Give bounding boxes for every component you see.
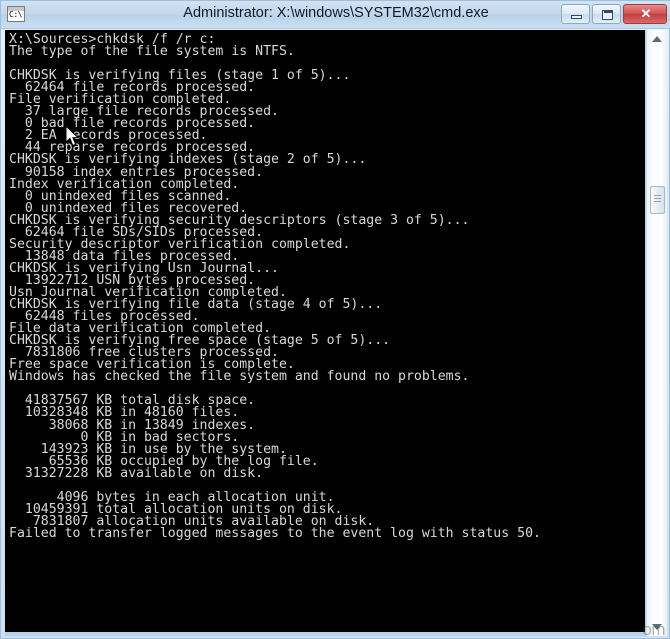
close-icon: ✕	[640, 6, 652, 21]
screenshot-root: C:\. Administrator: X:\windows\SYSTEM32\…	[0, 0, 670, 639]
window-titlebar[interactable]: C:\. Administrator: X:\windows\SYSTEM32\…	[1, 1, 670, 29]
cmd-window: C:\. Administrator: X:\windows\SYSTEM32\…	[0, 0, 670, 639]
console-output-area[interactable]: X:\Sources>chkdsk /f /r c: The type of t…	[5, 30, 645, 632]
scroll-up-arrow-icon[interactable]	[647, 30, 667, 48]
thumb-grip-icon	[654, 195, 661, 203]
minimize-button[interactable]	[561, 4, 590, 24]
window-client-area: X:\Sources>chkdsk /f /r c: The type of t…	[5, 30, 667, 636]
minimize-icon	[571, 15, 582, 19]
maximize-button[interactable]	[592, 4, 621, 24]
scrollbar-thumb[interactable]	[650, 186, 665, 214]
console-text: X:\Sources>chkdsk /f /r c: The type of t…	[9, 32, 541, 541]
window-controls: ✕	[561, 4, 667, 24]
up-triangle	[652, 36, 662, 42]
vertical-scrollbar[interactable]	[646, 30, 667, 636]
maximize-icon	[602, 10, 613, 20]
close-button[interactable]: ✕	[623, 4, 667, 24]
watermark-text: om	[642, 620, 665, 639]
